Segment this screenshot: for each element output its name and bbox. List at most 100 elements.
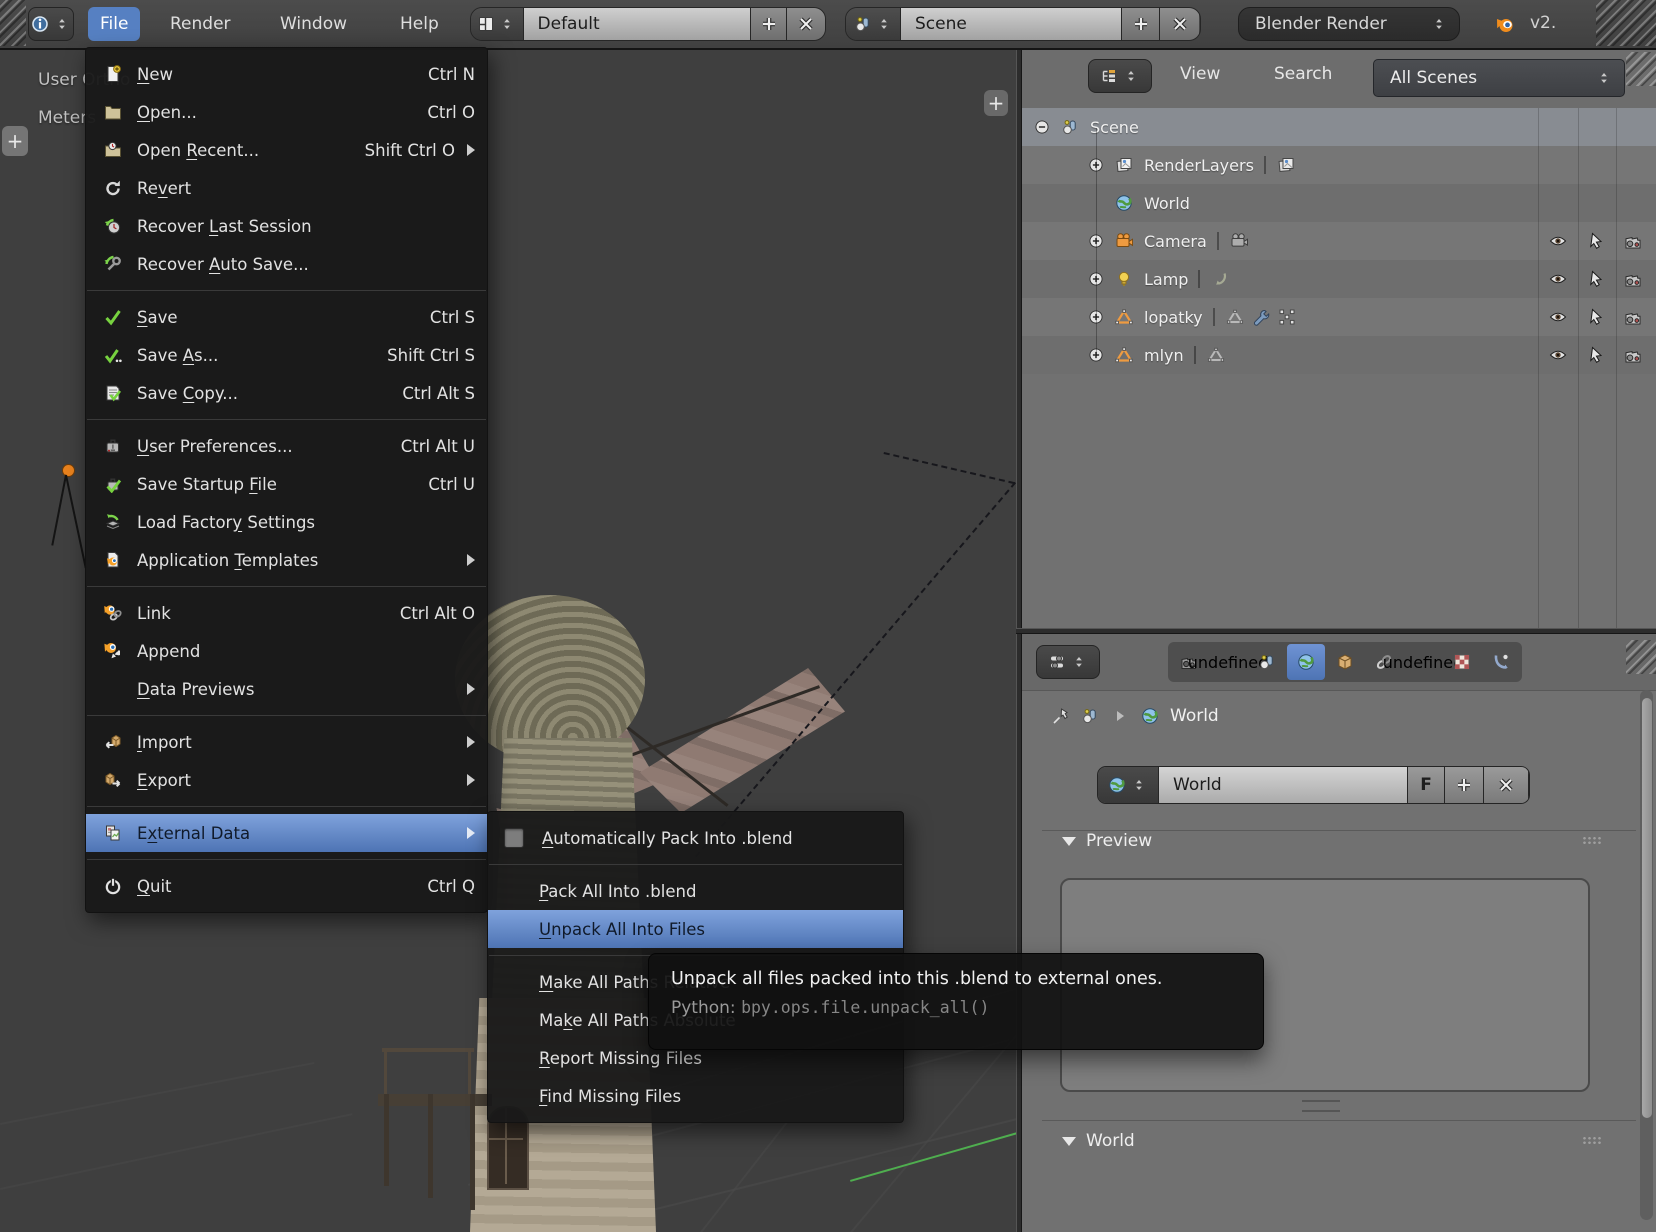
menu-item-open[interactable]: Open...Ctrl O xyxy=(86,93,487,131)
tab-data[interactable]: undefined xyxy=(1404,644,1442,680)
menu-item-pack-all-into-blend[interactable]: Pack All Into .blend xyxy=(488,872,903,910)
menubar-file[interactable]: File xyxy=(88,7,140,41)
menu-item-shortcut: Ctrl S xyxy=(430,308,475,327)
menu-item-recover-auto-save[interactable]: Recover Auto Save... xyxy=(86,245,487,283)
corner-grip[interactable] xyxy=(1626,640,1656,674)
blender-window: User Ortho Meters + + View Search All Sc… xyxy=(0,0,1656,1232)
data-icon: undefined xyxy=(1413,652,1433,672)
tab-render-layers[interactable]: undefined xyxy=(1209,644,1247,680)
tab-physics[interactable] xyxy=(1482,644,1520,680)
armature-point[interactable] xyxy=(62,464,75,477)
visibility-eye-icon[interactable] xyxy=(1548,345,1568,365)
menu-item-export[interactable]: Export xyxy=(86,761,487,799)
scene-name-field[interactable]: Scene xyxy=(901,8,1122,40)
corner-grip[interactable] xyxy=(0,0,26,46)
outliner-display-filter[interactable]: All Scenes xyxy=(1373,59,1625,97)
area-splitter-horizontal[interactable] xyxy=(1016,628,1656,634)
properties-scrollbar[interactable] xyxy=(1640,690,1653,1220)
editor-type-selector[interactable] xyxy=(1036,645,1100,679)
visibility-eye-icon[interactable] xyxy=(1548,269,1568,289)
visibility-eye-icon[interactable] xyxy=(1548,231,1568,251)
renderable-camera-icon[interactable] xyxy=(1623,269,1643,289)
menu-item-link[interactable]: LinkCtrl Alt O xyxy=(86,594,487,632)
browse-scene-button[interactable] xyxy=(846,8,901,40)
menu-item-external-data[interactable]: External Data xyxy=(86,814,487,852)
region-expand-button[interactable]: + xyxy=(2,126,28,156)
browse-world-button[interactable] xyxy=(1098,767,1159,803)
selectable-cursor-icon[interactable] xyxy=(1586,231,1606,251)
panel-drag-dots[interactable] xyxy=(1582,836,1602,845)
collapse-icon[interactable] xyxy=(1032,117,1052,137)
app-template-icon xyxy=(102,550,124,570)
selectable-cursor-icon[interactable] xyxy=(1586,269,1606,289)
menu-item-user-preferences[interactable]: User Preferences...Ctrl Alt U xyxy=(86,427,487,465)
renderable-camera-icon[interactable] xyxy=(1623,345,1643,365)
panel-drag-dots[interactable] xyxy=(1582,1136,1602,1145)
menu-item-open-recent[interactable]: Open Recent...Shift Ctrl O xyxy=(86,131,487,169)
menu-item-save-copy[interactable]: Save Copy...Ctrl Alt S xyxy=(86,374,487,412)
menubar-help[interactable]: Help xyxy=(388,7,451,41)
blank-icon xyxy=(504,919,526,939)
outliner-row-lopatky[interactable]: lopatky xyxy=(1022,298,1656,336)
add-scene-button[interactable] xyxy=(1122,8,1160,40)
unlink-datablock-button[interactable] xyxy=(1484,767,1529,803)
corner-grip[interactable] xyxy=(1626,52,1656,86)
area-splitter-vertical[interactable] xyxy=(1016,48,1022,1232)
renderable-camera-icon[interactable] xyxy=(1623,231,1643,251)
editor-type-selector[interactable] xyxy=(28,7,74,41)
selectable-cursor-icon[interactable] xyxy=(1586,345,1606,365)
screen-name-field[interactable]: Default xyxy=(524,8,751,40)
add-screen-button[interactable] xyxy=(751,8,788,40)
tab-object[interactable] xyxy=(1326,644,1364,680)
scrollbar-thumb[interactable] xyxy=(1642,698,1652,1118)
pin-icon[interactable] xyxy=(1050,706,1070,726)
menu-item-application-templates[interactable]: Application Templates xyxy=(86,541,487,579)
menu-item-save[interactable]: SaveCtrl S xyxy=(86,298,487,336)
renderable-camera-icon[interactable] xyxy=(1623,307,1643,327)
menu-item-save-as[interactable]: Save As...Shift Ctrl S xyxy=(86,336,487,374)
outliner-row-lamp[interactable]: Lamp xyxy=(1022,260,1656,298)
preview-panel-header[interactable]: Preview xyxy=(1062,826,1152,856)
tab-scene[interactable] xyxy=(1248,644,1286,680)
scene-icon xyxy=(1060,117,1080,137)
outliner-view-menu[interactable]: View xyxy=(1180,64,1220,84)
menu-item-import[interactable]: Import xyxy=(86,723,487,761)
fake-user-button[interactable]: F xyxy=(1408,767,1445,803)
outliner-row-scene[interactable]: Scene xyxy=(1022,108,1656,146)
tab-world[interactable] xyxy=(1287,644,1325,680)
outliner-row-renderlayers[interactable]: RenderLayers xyxy=(1022,146,1656,184)
append-icon xyxy=(102,641,124,661)
corner-grip[interactable] xyxy=(1596,0,1656,46)
menu-item-quit[interactable]: QuitCtrl Q xyxy=(86,867,487,905)
outliner-row-mlyn[interactable]: mlyn xyxy=(1022,336,1656,374)
menu-item-save-startup-file[interactable]: Save Startup FileCtrl U xyxy=(86,465,487,503)
outliner-search-menu[interactable]: Search xyxy=(1274,64,1332,84)
menu-item-find-missing-files[interactable]: Find Missing Files xyxy=(488,1077,903,1115)
add-datablock-button[interactable] xyxy=(1445,767,1484,803)
menubar-render[interactable]: Render xyxy=(158,7,243,41)
tab-texture[interactable] xyxy=(1443,644,1481,680)
menubar-window[interactable]: Window xyxy=(268,7,359,41)
delete-scene-button[interactable] xyxy=(1160,8,1199,40)
world-panel-header[interactable]: World xyxy=(1062,1126,1135,1156)
outliner-row-world[interactable]: World xyxy=(1022,184,1656,222)
datablock-name-field[interactable]: World xyxy=(1159,767,1408,803)
region-expand-button[interactable]: + xyxy=(984,90,1008,116)
menu-item-automatically-pack-into-blend[interactable]: Automatically Pack Into .blend xyxy=(488,819,903,857)
render-engine-selector[interactable]: Blender Render xyxy=(1238,7,1460,41)
menu-item-data-previews[interactable]: Data Previews xyxy=(86,670,487,708)
menu-item-revert[interactable]: Revert xyxy=(86,169,487,207)
menu-item-recover-last-session[interactable]: Recover Last Session xyxy=(86,207,487,245)
menu-item-unpack-all-into-files[interactable]: Unpack All Into Files xyxy=(488,910,903,948)
menu-item-load-factory-settings[interactable]: Load Factory Settings xyxy=(86,503,487,541)
menu-item-append[interactable]: Append xyxy=(86,632,487,670)
outliner-row-camera[interactable]: Camera xyxy=(1022,222,1656,260)
visibility-eye-icon[interactable] xyxy=(1548,307,1568,327)
menu-item-new[interactable]: NewCtrl N xyxy=(86,55,487,93)
preview-resize-handle[interactable] xyxy=(1302,1100,1340,1112)
editor-type-selector[interactable] xyxy=(1088,59,1152,93)
selectable-cursor-icon[interactable] xyxy=(1586,307,1606,327)
checkbox-unchecked[interactable] xyxy=(504,828,524,848)
delete-screen-button[interactable] xyxy=(787,8,825,40)
browse-screen-button[interactable] xyxy=(471,8,524,40)
